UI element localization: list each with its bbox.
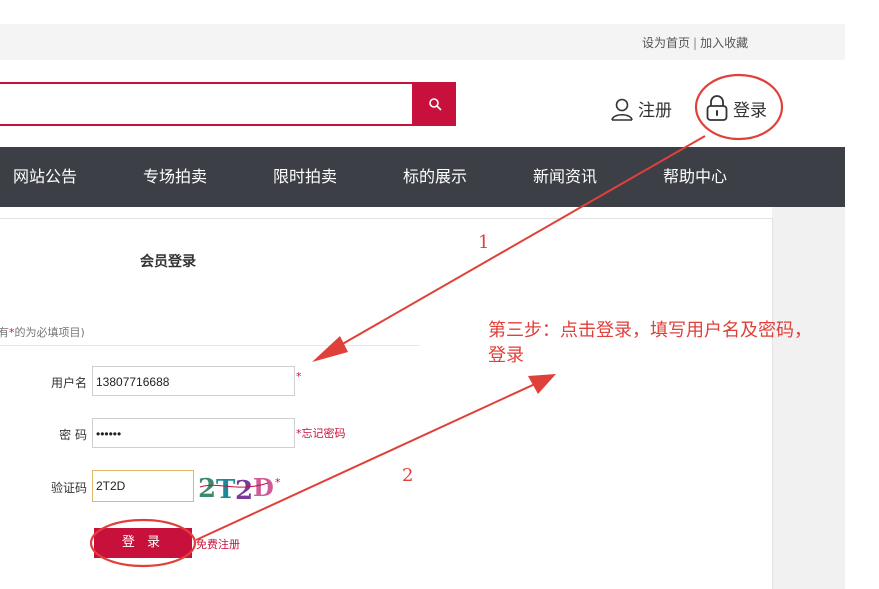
lock-icon [706, 95, 728, 121]
add-favorite-link[interactable]: 加入收藏 [700, 36, 748, 50]
captcha-char-1: 2 [198, 474, 216, 503]
search-icon [429, 98, 442, 111]
search-button[interactable] [414, 82, 456, 126]
top-links-separator: | [693, 36, 698, 50]
captcha-field[interactable]: 2T2D [92, 470, 194, 502]
user-icon [611, 98, 633, 121]
required-note-suffix: 的为必填项目) [14, 326, 85, 339]
annotation-label-1: 1 [478, 232, 490, 253]
panel-title: 会员登录 [140, 254, 196, 270]
login-button[interactable]: 登 录 [94, 528, 192, 558]
required-note: 有*的为必填项目) [0, 324, 85, 340]
captcha-char-4: D [253, 473, 274, 502]
nav-item-timed-auction[interactable]: 限时拍卖 [273, 147, 337, 207]
captcha-char-2: T [216, 475, 236, 503]
nav-item-news[interactable]: 新闻资讯 [533, 147, 597, 207]
right-gray-column [772, 207, 845, 589]
nav-item-special-auction[interactable]: 专场拍卖 [143, 147, 207, 207]
login-label: 登录 [733, 100, 767, 121]
nav-item-announcements[interactable]: 网站公告 [13, 147, 77, 207]
annotation-step-text: 第三步：点击登录，填写用户名及密码，登录 [488, 320, 812, 366]
captcha-char-3: 2 [235, 476, 253, 503]
captcha-required-star: * [275, 476, 281, 489]
username-label: 用户名 [50, 376, 87, 390]
password-label: 密 码 [59, 428, 87, 442]
search-input[interactable] [0, 82, 414, 126]
top-utility-bar: 设为首页 | 加入收藏 [0, 24, 845, 60]
login-link[interactable]: 登录 [705, 94, 767, 122]
username-field[interactable]: 13807716688 [92, 366, 295, 396]
forgot-password-link[interactable]: *忘记密码 [296, 425, 346, 441]
username-required-star: * [296, 370, 302, 383]
set-home-link[interactable]: 设为首页 [642, 36, 690, 50]
password-field[interactable]: •••••• [92, 418, 295, 448]
form-divider [0, 345, 420, 346]
required-note-prefix: 有 [0, 326, 9, 339]
free-register-link[interactable]: 免费注册 [196, 536, 240, 552]
page: 设为首页 | 加入收藏 注册 登录 网站公告 专场拍卖 限时拍卖 标的展示 新闻资讯 [0, 0, 879, 589]
main-nav: 网站公告 专场拍卖 限时拍卖 标的展示 新闻资讯 帮助中心 [0, 147, 845, 207]
register-label: 注册 [638, 101, 672, 121]
top-links: 设为首页 | 加入收藏 [642, 34, 748, 51]
nav-item-lot-display[interactable]: 标的展示 [403, 147, 467, 207]
captcha-label: 验证码 [50, 481, 87, 495]
nav-item-help-center[interactable]: 帮助中心 [663, 147, 727, 207]
annotation-label-2: 2 [402, 465, 414, 486]
captcha-image[interactable]: 2 T 2 D [198, 471, 274, 503]
register-link[interactable]: 注册 [610, 96, 672, 121]
